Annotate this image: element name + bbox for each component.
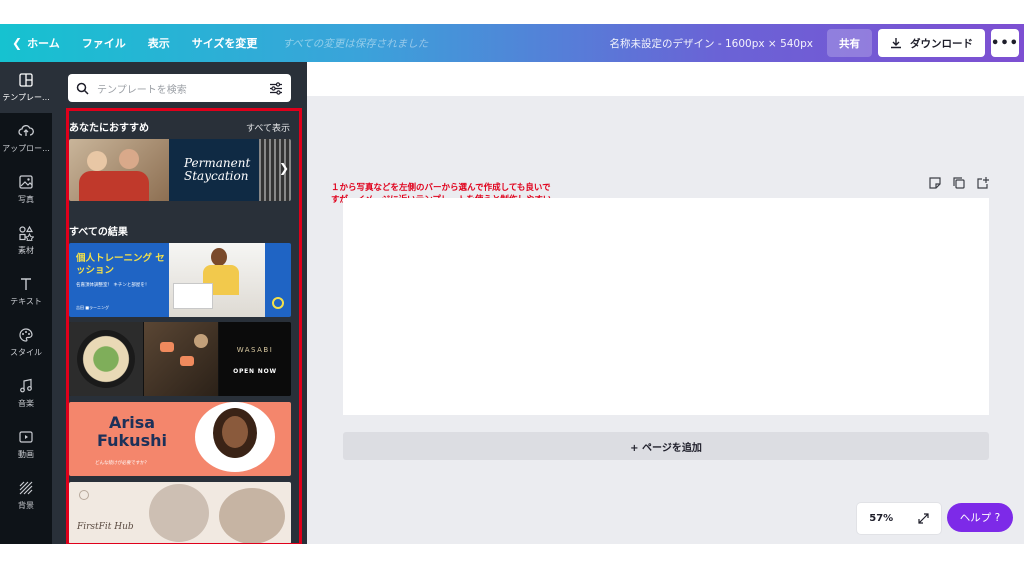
annotation-line1: １から写真などを左側のバーから選んで作成しても良いで <box>331 183 551 193</box>
photo-icon <box>19 175 33 189</box>
music-icon <box>20 378 32 393</box>
text-icon <box>21 278 31 290</box>
share-button[interactable]: 共有 <box>827 29 872 57</box>
design-canvas[interactable] <box>343 198 989 415</box>
rail-item-styles[interactable]: スタイル <box>0 317 52 368</box>
elements-icon <box>19 225 34 241</box>
background-icon <box>19 481 33 495</box>
view-menu[interactable]: 表示 <box>137 24 181 62</box>
rail-label: 背景 <box>18 501 34 510</box>
editor-subbar <box>307 62 1024 96</box>
download-icon <box>891 38 901 49</box>
bottom-margin <box>0 544 1024 576</box>
editor-workspace: １から写真などを左側のバーから選んで作成しても良いで すが、イメージに近いテンプ… <box>307 62 1024 544</box>
duplicate-page-icon[interactable] <box>952 176 966 190</box>
rail-label: 素材 <box>18 246 34 255</box>
rail-label: 音楽 <box>18 399 34 408</box>
add-page-icon[interactable] <box>976 176 990 190</box>
expand-icon[interactable] <box>918 513 929 524</box>
video-icon <box>19 431 33 443</box>
download-label: ダウンロード <box>910 37 973 50</box>
document-name[interactable]: 名称未設定のデザイン - 1600px × 540px <box>610 36 827 51</box>
note-icon[interactable] <box>928 176 942 190</box>
download-button[interactable]: ダウンロード <box>878 29 985 57</box>
rail-item-background[interactable]: 背景 <box>0 470 52 521</box>
rail-label: アップロー... <box>2 144 50 153</box>
cloud-upload-icon <box>18 124 34 136</box>
rail-label: 動画 <box>18 450 34 459</box>
chevron-left-icon: ❮ <box>12 36 23 50</box>
search-icon <box>76 82 89 95</box>
add-page-button[interactable]: + ページを追加 <box>343 432 989 460</box>
top-toolbar: ❮ ホーム ファイル 表示 サイズを変更 すべての変更は保存されました 名称未設… <box>0 24 1024 62</box>
rail-item-videos[interactable]: 動画 <box>0 419 52 470</box>
highlight-annotation-box <box>66 108 302 544</box>
filter-sliders-icon[interactable] <box>269 81 283 95</box>
help-button[interactable]: ヘルプ ? <box>947 503 1013 532</box>
resize-menu[interactable]: サイズを変更 <box>181 24 269 62</box>
app-window: ❮ ホーム ファイル 表示 サイズを変更 すべての変更は保存されました 名称未設… <box>0 0 1024 576</box>
rail-item-elements[interactable]: 素材 <box>0 215 52 266</box>
rail-label: テンプレー... <box>2 93 50 102</box>
rail-label: テキスト <box>10 297 42 306</box>
rail-item-uploads[interactable]: アップロー... <box>0 113 52 164</box>
more-options-button[interactable]: ••• <box>991 29 1019 57</box>
page-tools <box>928 176 990 190</box>
zoom-level[interactable]: 57% <box>869 513 893 524</box>
rail-item-music[interactable]: 音楽 <box>0 368 52 419</box>
home-button[interactable]: ❮ ホーム <box>0 24 71 62</box>
home-label: ホーム <box>27 37 60 50</box>
rail-item-photos[interactable]: 写真 <box>0 164 52 215</box>
search-input[interactable]: テンプレートを検索 <box>97 81 269 96</box>
save-status: すべての変更は保存されました <box>282 37 429 50</box>
side-rail: テンプレー... アップロー... 写真 素材 テキスト スタイル 音楽 動画 <box>0 62 52 544</box>
rail-label: 写真 <box>18 195 34 204</box>
rail-item-templates[interactable]: テンプレー... <box>0 62 52 113</box>
rail-item-text[interactable]: テキスト <box>0 266 52 317</box>
template-search-box[interactable]: テンプレートを検索 <box>68 74 291 102</box>
zoom-control[interactable]: 57% <box>857 503 941 534</box>
layout-icon <box>19 73 33 87</box>
templates-panel: テンプレートを検索 あなたにおすすめ すべて表示 Permanent Stayc… <box>52 62 307 544</box>
palette-icon <box>19 328 33 342</box>
rail-label: スタイル <box>10 348 42 357</box>
file-menu[interactable]: ファイル <box>71 24 137 62</box>
